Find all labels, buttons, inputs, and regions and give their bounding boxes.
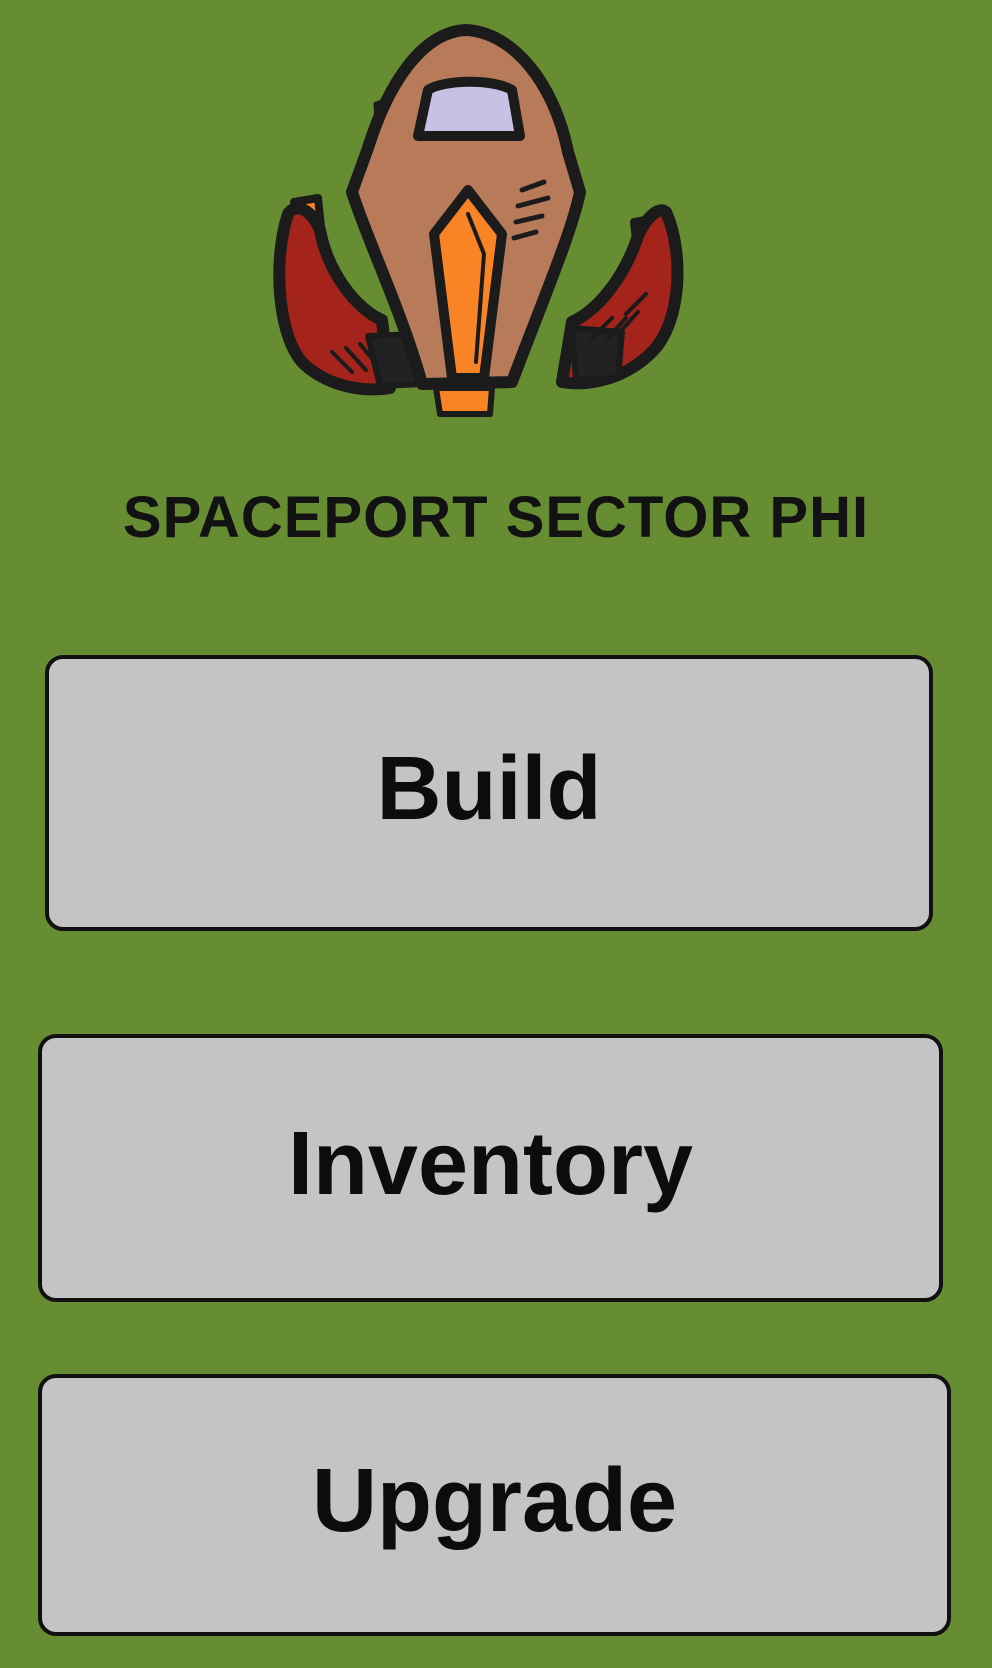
spaceship-icon <box>273 24 684 417</box>
upgrade-button[interactable]: Upgrade <box>38 1374 951 1636</box>
inventory-button[interactable]: Inventory <box>38 1034 943 1302</box>
spaceship-logo <box>272 22 720 450</box>
main-menu-screen: SPACEPORT SECTOR PHI Build Inventory Upg… <box>0 0 992 1668</box>
build-button-label: Build <box>376 739 602 839</box>
build-button[interactable]: Build <box>45 655 933 931</box>
game-title: SPACEPORT SECTOR PHI <box>122 485 870 550</box>
upgrade-button-label: Upgrade <box>311 1451 678 1551</box>
inventory-button-label: Inventory <box>287 1114 694 1214</box>
